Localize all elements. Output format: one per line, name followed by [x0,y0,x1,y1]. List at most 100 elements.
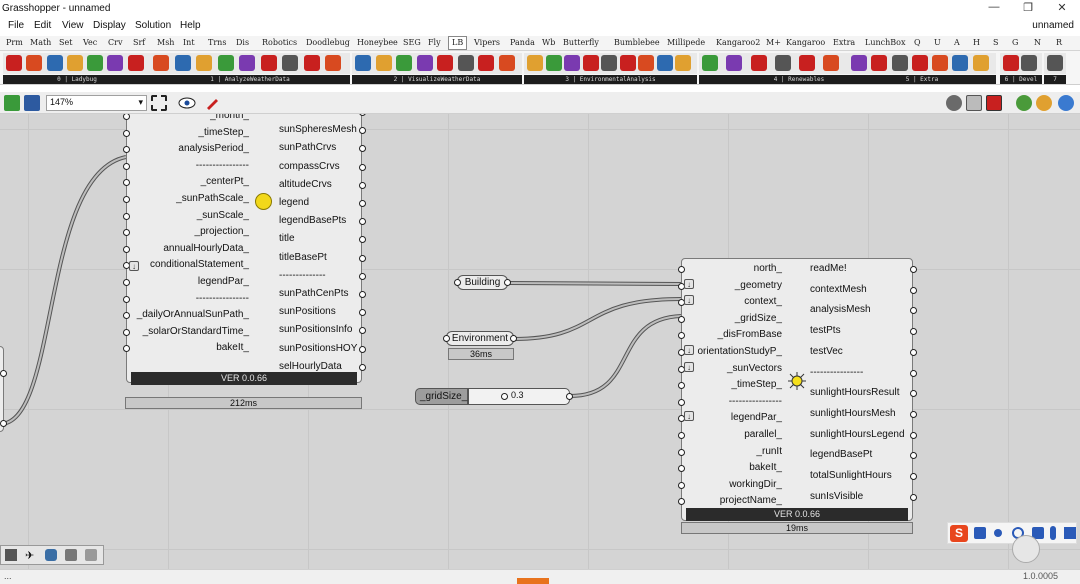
tab-u[interactable]: U [934,38,941,47]
output-port[interactable]: legend [275,197,366,208]
output-port[interactable]: ---------------- [806,367,917,378]
port-dot[interactable] [123,295,130,303]
input-port[interactable]: _centerPt_ [123,176,253,187]
port-dot[interactable] [910,493,917,501]
maximize-icon[interactable]: ❐ [1010,1,1046,17]
tab-seg[interactable]: SEG [403,38,421,47]
component-icon[interactable] [799,55,815,71]
close-icon[interactable]: ✕ [1044,1,1080,17]
component-icon[interactable] [66,55,83,71]
output-port[interactable]: sunlightHoursMesh [806,408,917,419]
component-icon[interactable] [107,55,124,71]
sunlight-hours-component[interactable]: north_ _geometry context_ _gridSize_ _disFro… [678,258,917,521]
ribbon-group-label[interactable]: 5 | Extra [848,75,996,84]
building-param[interactable]: Building [454,275,511,290]
menu-file[interactable]: File [8,20,24,31]
tab-a[interactable]: A [954,38,960,47]
port-dot[interactable] [123,345,130,353]
tab-q[interactable]: Q [914,38,921,47]
port-dot[interactable] [123,279,130,286]
input-port[interactable]: north_ [678,263,786,274]
tab-panda[interactable]: Panda [510,38,535,47]
component-icon[interactable] [498,55,515,71]
preview-eye-icon[interactable] [178,95,198,111]
port-dot[interactable] [123,312,130,320]
output-port[interactable]: readMe! [806,263,917,274]
component-icon[interactable] [196,55,213,71]
output-port[interactable]: compassCrvs [275,161,366,172]
component-icon[interactable] [416,55,433,71]
tab-extra[interactable]: Extra [833,38,855,47]
input-port[interactable]: parallel_ [678,429,786,440]
port-dot[interactable] [678,498,685,506]
ribbon-group-label[interactable]: 7 [1044,75,1066,84]
component-icon[interactable] [260,55,277,71]
tab-m-[interactable]: M+ [766,38,781,47]
menu-view[interactable]: View [62,20,84,31]
input-dot[interactable] [443,335,450,342]
component-icon[interactable] [582,55,599,71]
tab-lb[interactable]: LB [448,36,468,50]
output-port[interactable]: titleBasePt [275,252,366,263]
component-icon[interactable] [851,55,867,71]
script-icon[interactable] [65,549,77,561]
open-file-icon[interactable] [4,95,20,111]
output-port[interactable]: testVec [806,346,917,357]
tab-msh[interactable]: Msh [157,38,174,47]
port-dot[interactable] [678,398,685,406]
tab-n[interactable]: N [1034,38,1041,47]
preview-selected-icon[interactable] [986,95,1002,111]
port-dot[interactable] [678,432,685,439]
port-dot[interactable] [123,114,130,120]
output-port[interactable]: selHourlyData [275,361,366,372]
output-port[interactable]: sunlightHoursResult [806,387,917,398]
component-icon[interactable] [932,55,949,71]
tab-h[interactable]: H [973,38,980,47]
tab-math[interactable]: Math [30,38,51,47]
port-dot[interactable] [123,162,130,170]
cluster-icon[interactable] [85,549,97,561]
port-dot[interactable] [123,179,130,187]
tab-dis[interactable]: Dis [236,38,249,47]
input-port[interactable]: _sunVectors [678,363,786,374]
tab-robotics[interactable]: Robotics [262,38,297,47]
port-dot[interactable] [910,369,917,377]
input-port[interactable]: _timeStep_ [678,379,786,390]
component-icon[interactable] [891,55,908,71]
input-port[interactable]: projectName_ [678,495,786,506]
offscreen-output-dot[interactable] [0,420,7,427]
component-icon[interactable] [726,55,743,71]
port-dot[interactable] [123,146,130,154]
input-port[interactable]: workingDir_ [678,479,786,490]
preview-shaded-icon[interactable] [966,95,982,111]
tab-wb[interactable]: Wb [542,38,555,47]
component-icon[interactable] [823,55,840,71]
input-port[interactable]: _dailyOrAnnualSunPath_ [123,309,253,320]
slider-track[interactable]: 0.3 [468,388,573,405]
component-icon[interactable] [478,55,494,71]
port-dot[interactable] [678,315,685,323]
tab-vipers[interactable]: Vipers [474,38,500,47]
canvas-navigator-icon[interactable] [1012,535,1040,563]
tab-g[interactable]: G [1012,38,1018,47]
component-icon[interactable] [375,55,392,71]
input-port[interactable]: _solarOrStandardTime_ [123,326,253,337]
ribbon-group-label[interactable]: 6 | Devel [1000,75,1042,84]
component-icon[interactable] [638,55,655,71]
port-dot[interactable] [678,332,685,340]
component-icon[interactable] [527,55,543,71]
tab-vec[interactable]: Vec [83,38,97,47]
output-port[interactable]: sunIsVisible [806,491,917,502]
output-port[interactable]: altitudeCrvs [275,179,366,190]
component-icon[interactable] [174,55,191,71]
component-icon[interactable] [702,55,718,71]
port-dot[interactable] [123,229,130,237]
input-port[interactable]: context_ [678,296,786,307]
component-icon[interactable] [282,55,299,71]
tab-crv[interactable]: Crv [108,38,122,47]
component-icon[interactable] [750,55,767,71]
tab-kangaroo2[interactable]: Kangaroo2 [716,38,760,47]
minimize-icon[interactable]: — [976,1,1012,17]
tab-s[interactable]: S [993,38,998,47]
tab-butterfly[interactable]: Butterfly [563,38,599,47]
